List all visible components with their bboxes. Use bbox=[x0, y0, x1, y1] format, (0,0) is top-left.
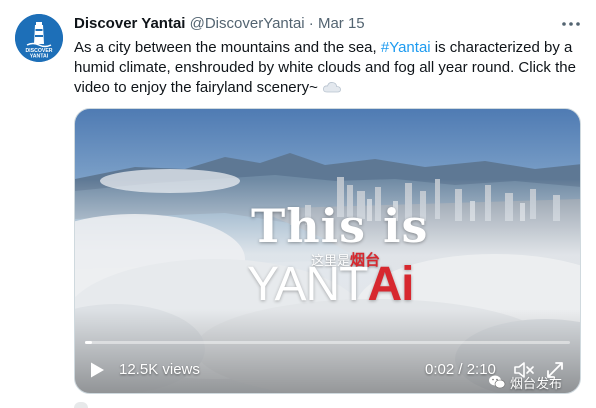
progress-bar[interactable] bbox=[85, 341, 570, 344]
progress-fill bbox=[85, 341, 93, 344]
lighthouse-icon: DISCOVER YANTAI bbox=[15, 14, 63, 62]
overlay-brand-main: YANT bbox=[247, 258, 368, 311]
wechat-icon bbox=[489, 375, 506, 389]
watermark-text: 烟台发布 bbox=[510, 376, 563, 392]
hashtag-link[interactable]: #Yantai bbox=[381, 39, 431, 56]
author-handle[interactable]: @DiscoverYantai bbox=[190, 15, 305, 32]
overlay-brand: YANTAi bbox=[247, 258, 414, 311]
play-icon bbox=[91, 362, 104, 378]
play-button[interactable] bbox=[87, 360, 107, 380]
avatar-text-line2: YANTAI bbox=[30, 54, 49, 60]
view-count: 12.5K views bbox=[119, 361, 200, 378]
tweet-date[interactable]: Mar 15 bbox=[318, 15, 365, 32]
video-player[interactable]: This is 这里是烟台 YANTAi 12.5K views 0:02 / … bbox=[74, 108, 581, 394]
tweet-text-part1: As a city between the mountains and the … bbox=[74, 39, 381, 56]
tweet-text: As a city between the mountains and the … bbox=[74, 38, 586, 98]
more-icon bbox=[562, 22, 580, 26]
overlay-brand-accent: Ai bbox=[367, 258, 414, 311]
overlay-title: This is bbox=[251, 199, 429, 253]
more-options-button[interactable] bbox=[560, 14, 582, 34]
avatar[interactable]: DISCOVER YANTAI bbox=[15, 14, 63, 62]
author-name[interactable]: Discover Yantai bbox=[74, 15, 185, 32]
next-tweet-avatar-edge bbox=[74, 402, 88, 408]
cloud-icon bbox=[323, 82, 341, 93]
tweet-header: Discover Yantai @DiscoverYantai · Mar 15 bbox=[74, 14, 582, 34]
playback-time: 0:02 / 2:10 bbox=[425, 361, 496, 378]
watermark: 烟台发布 bbox=[488, 372, 562, 392]
separator-dot: · bbox=[308, 15, 314, 32]
